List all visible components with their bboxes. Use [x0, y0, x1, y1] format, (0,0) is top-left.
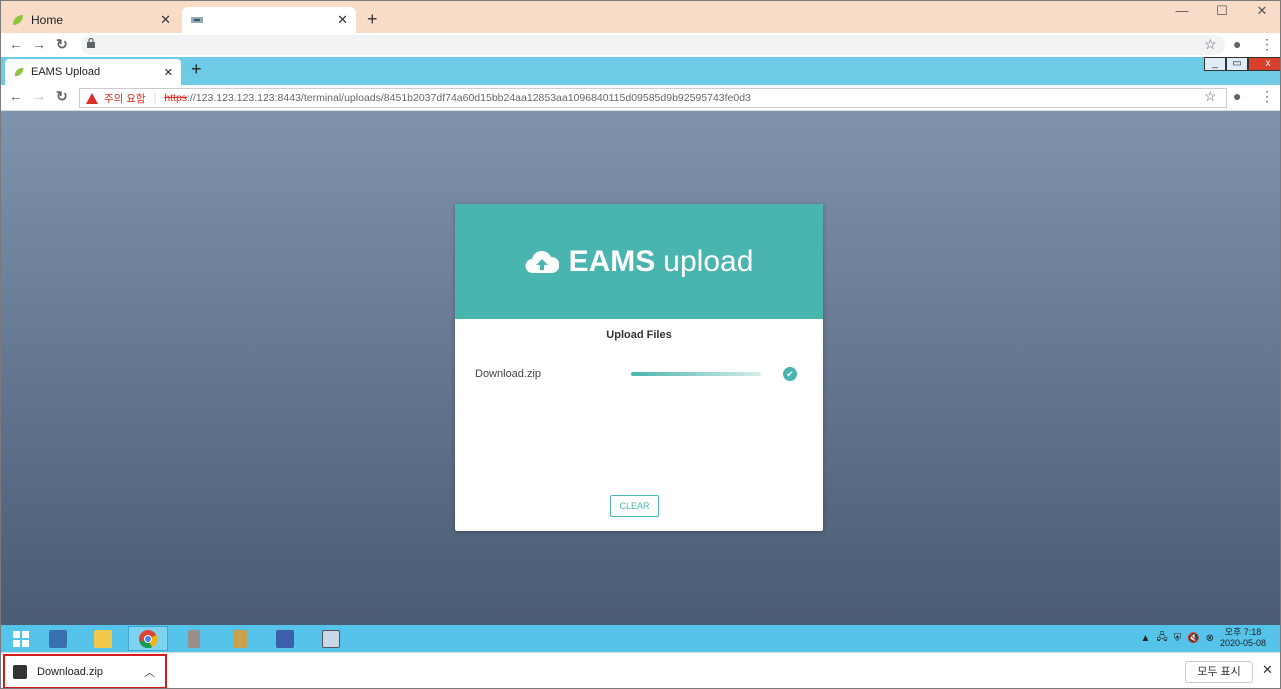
- windows-start-icon[interactable]: [1, 626, 41, 651]
- upload-progress-bar: [631, 372, 761, 376]
- inner-tab-title: EAMS Upload: [31, 66, 101, 78]
- tray-expand-icon[interactable]: ▲: [1141, 633, 1151, 644]
- download-item[interactable]: Download.zip ︿: [3, 654, 167, 688]
- show-all-button[interactable]: 모두 표시: [1185, 661, 1253, 683]
- clock[interactable]: 오후 7:18 2020-05-08: [1220, 627, 1266, 649]
- upload-card-header: EAMS upload: [455, 204, 823, 319]
- clock-time: 오후 7:18: [1224, 627, 1262, 637]
- taskbar: ▲ 🖧 ⛨ 🔇 ⊗ 오후 7:18 2020-05-08: [1, 625, 1280, 652]
- inner-tab-eams[interactable]: EAMS Upload ✕: [5, 59, 181, 85]
- star-icon[interactable]: ☆: [1204, 36, 1217, 53]
- chevron-up-icon[interactable]: ︿: [144, 664, 155, 680]
- outer-address-bar[interactable]: [81, 35, 1225, 55]
- account-icon[interactable]: ●: [1233, 36, 1241, 52]
- outer-tab-active[interactable]: ✕: [182, 7, 356, 33]
- window-controls: — ☐ ✕: [1162, 1, 1280, 21]
- inner-toolbar: ← → ↻ 주의 요함 | https ://123.123.123.123:8…: [1, 85, 1280, 111]
- file-name: Download.zip: [475, 368, 542, 380]
- security-icon[interactable]: ⛨: [1174, 633, 1182, 644]
- close-tab-icon[interactable]: ✕: [164, 66, 173, 79]
- download-file-name: Download.zip: [37, 665, 104, 678]
- brand-name: EAMS: [568, 244, 656, 278]
- forward-arrow-icon[interactable]: →: [32, 88, 46, 104]
- security-warning[interactable]: 주의 요함: [104, 91, 146, 106]
- zip-file-icon: [13, 664, 27, 679]
- close-tab-icon[interactable]: ✕: [160, 12, 171, 28]
- outer-tab-title: Home: [31, 13, 64, 27]
- file-explorer-icon[interactable]: [83, 626, 123, 651]
- chrome-icon[interactable]: [128, 626, 168, 651]
- page-background: EAMS upload Upload Files Download.zip ✔ …: [1, 111, 1280, 625]
- cloud-upload-icon: [525, 250, 559, 273]
- clear-button[interactable]: CLEAR: [610, 495, 659, 517]
- menu-icon[interactable]: ⋮: [1260, 88, 1274, 105]
- app-icon[interactable]: [220, 626, 260, 651]
- inner-window-controls: _ ▭ x: [1204, 57, 1280, 71]
- restore-button[interactable]: ▭: [1226, 57, 1248, 71]
- back-arrow-icon[interactable]: ←: [9, 36, 23, 52]
- menu-icon[interactable]: ⋮: [1260, 36, 1274, 53]
- inner-tab-bar: EAMS Upload ✕ +: [1, 57, 1280, 85]
- minimize-button[interactable]: —: [1162, 1, 1202, 21]
- maximize-button[interactable]: ☐: [1202, 1, 1242, 21]
- leaf-icon: [11, 13, 25, 27]
- separator: |: [153, 92, 157, 104]
- leaf-icon: [14, 67, 24, 77]
- new-tab-button[interactable]: +: [367, 9, 378, 30]
- star-icon[interactable]: ☆: [1204, 88, 1217, 105]
- outer-tab-bar: Home ✕ ✕ + — ☐ ✕: [1, 1, 1280, 33]
- new-tab-button[interactable]: +: [191, 59, 202, 80]
- screen: Home ✕ ✕ + — ☐ ✕ ← → ↻ ☆ ● ⋮ EAMS Upload…: [0, 0, 1281, 689]
- back-arrow-icon[interactable]: ←: [9, 88, 23, 104]
- notification-icon[interactable]: ⊗: [1206, 633, 1214, 644]
- file-row: Download.zip ✔: [475, 364, 805, 384]
- reload-icon[interactable]: ↻: [56, 88, 68, 105]
- upload-progress-fill: [631, 372, 761, 376]
- system-tray: ▲ 🖧 ⛨ 🔇 ⊗ 오후 7:18 2020-05-08: [1141, 627, 1266, 649]
- lock-icon: [87, 38, 95, 48]
- network-icon[interactable]: [265, 626, 305, 651]
- close-download-bar-icon[interactable]: ✕: [1262, 662, 1273, 678]
- close-window-button[interactable]: ✕: [1242, 1, 1280, 21]
- warning-icon: [86, 92, 98, 104]
- clock-date: 2020-05-08: [1219, 638, 1266, 648]
- account-icon[interactable]: ●: [1233, 88, 1241, 104]
- upload-card: EAMS upload Upload Files Download.zip ✔ …: [455, 204, 823, 531]
- outer-toolbar: ← → ↻ ☆ ● ⋮: [1, 33, 1280, 57]
- outer-tab-home[interactable]: Home ✕: [3, 7, 179, 33]
- server-manager-icon[interactable]: [38, 626, 78, 651]
- volume-icon[interactable]: 🔇: [1187, 633, 1199, 644]
- brand-suffix: upload: [663, 244, 754, 278]
- check-icon: ✔: [783, 367, 797, 381]
- download-bar: Download.zip ︿ 모두 표시 ✕: [1, 652, 1280, 688]
- close-window-button[interactable]: x: [1248, 57, 1280, 71]
- forward-arrow-icon[interactable]: →: [32, 36, 46, 52]
- close-tab-icon[interactable]: ✕: [337, 12, 348, 28]
- remote-icon: [190, 13, 204, 27]
- network-status-icon[interactable]: 🖧: [1156, 630, 1167, 647]
- inner-address-bar[interactable]: 주의 요함 | https ://123.123.123.123:8443/te…: [79, 88, 1227, 108]
- monitor-icon[interactable]: [311, 626, 351, 651]
- app-icon[interactable]: [174, 626, 214, 651]
- minimize-button[interactable]: _: [1204, 57, 1226, 71]
- url-text: ://123.123.123.123:8443/terminal/uploads…: [187, 92, 751, 104]
- section-title: Upload Files: [606, 329, 672, 341]
- url-scheme: https: [164, 92, 188, 104]
- reload-icon[interactable]: ↻: [56, 36, 68, 53]
